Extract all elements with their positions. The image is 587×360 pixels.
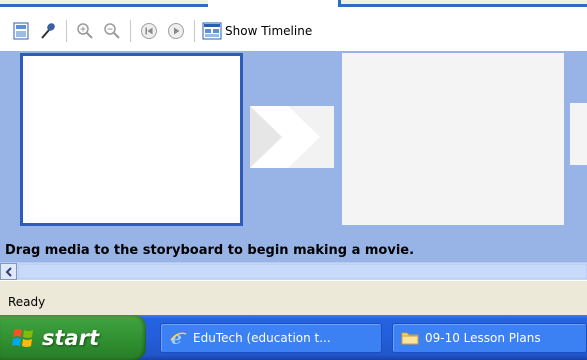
zoom-out-icon (104, 22, 120, 39)
storyboard-toolbar: Show Timeline (0, 10, 587, 51)
tasks-pane-edge (0, 0, 208, 7)
scroll-track[interactable] (18, 264, 587, 279)
chevron-left-icon (5, 266, 12, 277)
horizontal-scrollbar[interactable] (0, 262, 587, 280)
timeline-icon (202, 22, 222, 39)
microphone-icon (41, 22, 55, 39)
toolbar-separator (130, 19, 131, 42)
toolbar-separator (194, 19, 195, 42)
transition-slot[interactable] (570, 103, 587, 165)
zoom-out-button[interactable] (101, 20, 123, 42)
play-button[interactable] (165, 20, 187, 42)
status-bar: Ready (0, 280, 587, 315)
taskbar-item-label: 09-10 Lesson Plans (425, 331, 541, 345)
storyboard-clip-slot[interactable] (342, 53, 564, 225)
status-text: Ready (8, 295, 46, 309)
start-button[interactable]: start (0, 315, 146, 360)
taskbar-item-label: EduTech (education t... (193, 331, 331, 345)
rewind-button[interactable] (138, 20, 160, 42)
windows-logo-icon (12, 328, 33, 347)
top-strip (0, 0, 587, 10)
show-timeline-button[interactable]: Show Timeline (202, 22, 312, 40)
taskbar-item-edutech[interactable]: e EduTech (education t... (160, 323, 382, 353)
taskbar: start e EduTech (education t... 09-10 Le… (0, 315, 587, 360)
ie-icon: e (170, 329, 187, 347)
folder-icon (401, 332, 419, 345)
play-icon (168, 22, 184, 39)
storyboard-hint: Drag media to the storyboard to begin ma… (0, 240, 587, 262)
zoom-in-button[interactable] (74, 20, 96, 42)
transition-slot[interactable] (250, 106, 334, 168)
rewind-icon (141, 22, 157, 39)
storyboard-icon (13, 22, 29, 39)
storyboard[interactable] (0, 51, 587, 240)
taskbar-item-lesson-plans[interactable]: 09-10 Lesson Plans (392, 323, 587, 353)
scroll-left-button[interactable] (0, 263, 17, 280)
show-timeline-label: Show Timeline (225, 23, 313, 38)
zoom-in-icon (77, 22, 93, 39)
narrate-button[interactable] (37, 20, 59, 42)
storyboard-clip-slot-selected[interactable] (20, 53, 243, 226)
toolbar-separator (66, 19, 67, 42)
storyboard-view-button[interactable] (10, 20, 32, 42)
monitor-pane-edge (338, 0, 587, 7)
start-label: start (42, 325, 100, 350)
